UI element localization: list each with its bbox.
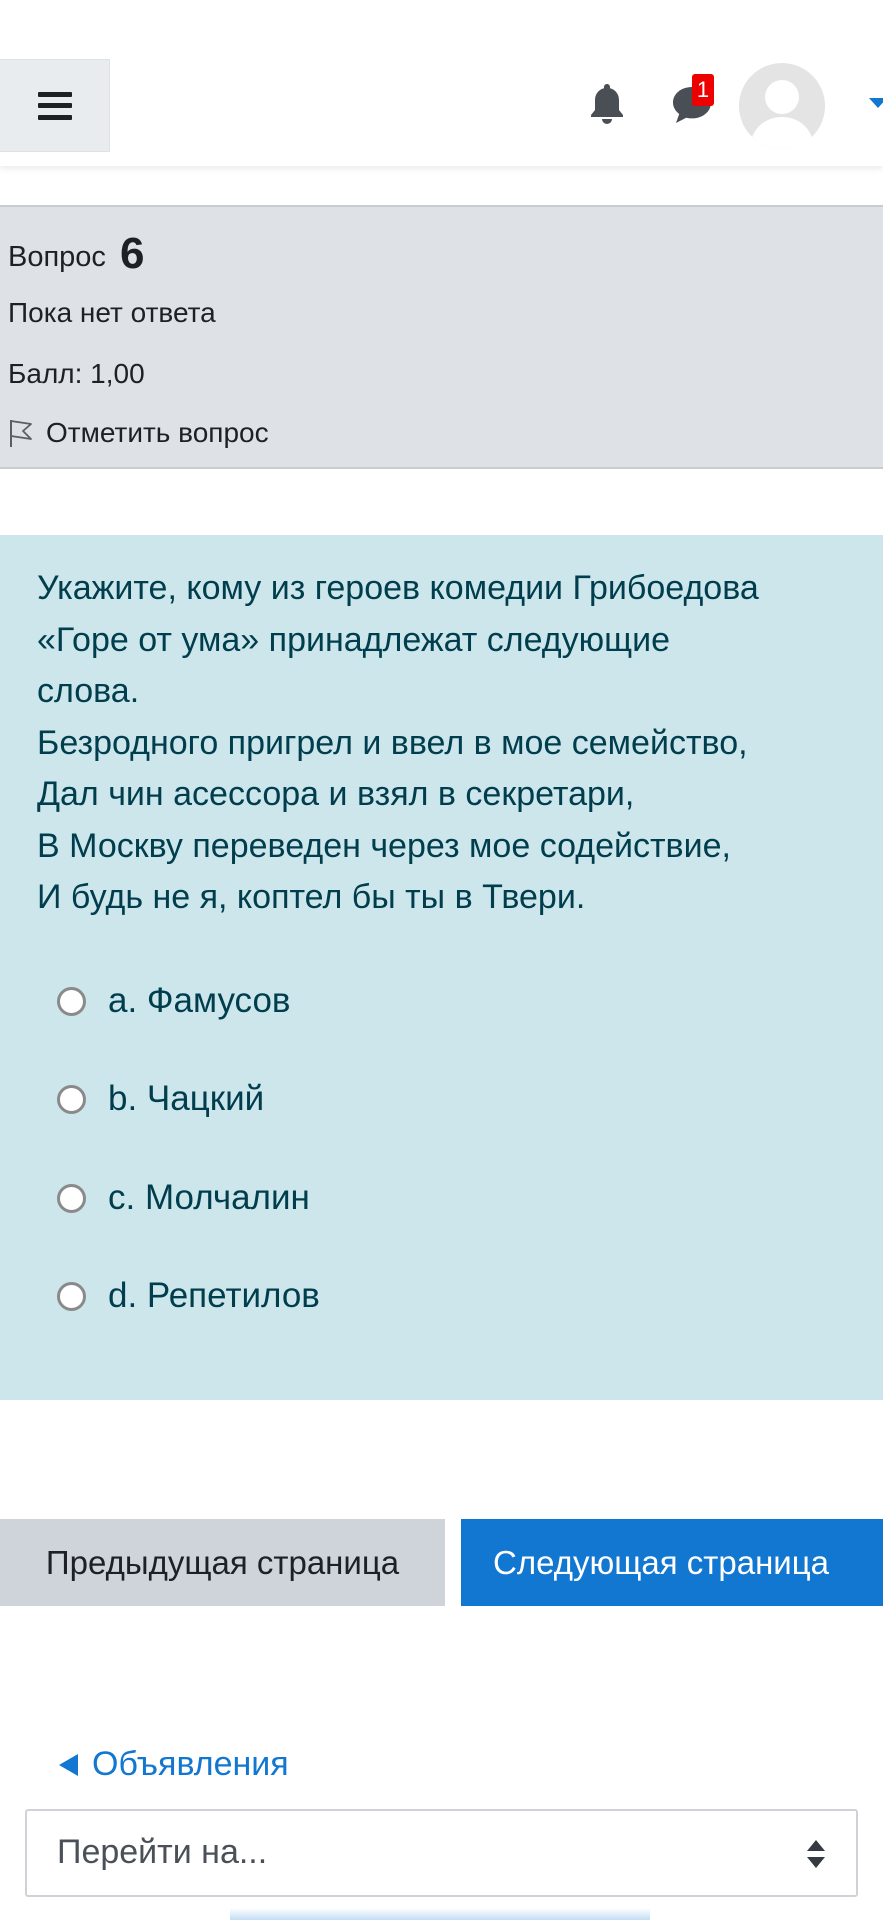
- top-navbar: 1: [0, 0, 883, 166]
- question-number-value: 6: [120, 229, 145, 278]
- radio-button[interactable]: [57, 1281, 86, 1311]
- jump-to-value: Перейти на...: [57, 1833, 268, 1871]
- user-avatar[interactable]: [739, 63, 825, 149]
- radio-button[interactable]: [57, 1183, 86, 1213]
- question-number: Вопрос 6: [8, 227, 145, 278]
- user-avatar-icon: [739, 63, 825, 149]
- question-text-line: Дал чин асессора и взял в секретари,: [37, 775, 635, 813]
- hamburger-icon: [37, 91, 72, 120]
- triangle-left-icon: [59, 1753, 78, 1776]
- question-text-line: «Горе от ума» принадлежат следующие: [37, 620, 671, 659]
- next-page-button[interactable]: Следующая страница: [461, 1519, 883, 1606]
- answer-option-label: b. Чацкий: [108, 1079, 265, 1118]
- question-content: Укажите, кому из героев комедии Грибоедо…: [0, 535, 883, 1400]
- question-info-panel: Вопрос 6 Пока нет ответа Балл: 1,00 Отме…: [0, 205, 883, 469]
- previous-activity-label: Объявления: [92, 1745, 289, 1783]
- menu-toggle-button[interactable]: [0, 59, 110, 152]
- select-arrows-icon: [807, 1840, 825, 1868]
- answer-option-d[interactable]: d. Репетилов: [57, 1276, 320, 1316]
- answer-option-a[interactable]: a. Фамусов: [57, 981, 291, 1021]
- partial-link-edge: [230, 1908, 650, 1920]
- answer-option-b[interactable]: b. Чацкий: [57, 1079, 264, 1119]
- flag-icon: [10, 420, 32, 447]
- message-count-badge: 1: [692, 74, 714, 106]
- answer-option-c[interactable]: c. Молчалин: [57, 1178, 310, 1218]
- answer-option-label: a. Фамусов: [108, 981, 291, 1020]
- answer-option-label: d. Репетилов: [108, 1276, 320, 1315]
- previous-activity-link[interactable]: Объявления: [59, 1745, 289, 1784]
- messages-button[interactable]: 1: [668, 74, 726, 130]
- flag-question-link[interactable]: Отметить вопрос: [8, 417, 269, 449]
- question-text-line: И будь не я, коптел бы ты в Твери.: [37, 878, 586, 916]
- jump-to-select[interactable]: Перейти на...: [25, 1809, 858, 1897]
- flag-question-label: Отметить вопрос: [46, 417, 269, 448]
- question-text-line: Укажите, кому из героев комедии Грибоедо…: [37, 569, 759, 607]
- radio-button[interactable]: [57, 1084, 86, 1114]
- answer-option-label: c. Молчалин: [108, 1178, 310, 1217]
- question-state: Пока нет ответа: [8, 297, 216, 328]
- bell-icon[interactable]: [585, 80, 629, 126]
- previous-page-button[interactable]: Предыдущая страница: [0, 1519, 445, 1606]
- question-text-line: В Москву переведен через мое содействие,: [37, 826, 731, 865]
- question-text-line: слова.: [37, 672, 140, 710]
- question-text: Укажите, кому из героев комедии Грибоедо…: [37, 563, 857, 924]
- question-grade: Балл: 1,00: [8, 358, 145, 389]
- chevron-down-icon[interactable]: [869, 98, 883, 108]
- question-text-line: Безродного пригрел и ввел в мое семейств…: [37, 723, 748, 762]
- question-label: Вопрос: [8, 241, 106, 273]
- radio-button[interactable]: [57, 986, 86, 1016]
